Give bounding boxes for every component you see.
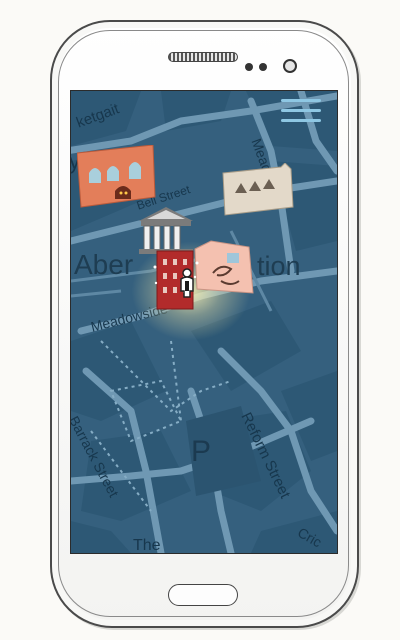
- map-label-parking: P: [191, 435, 212, 468]
- map-label-the: The: [133, 537, 161, 554]
- castle-wall-icon[interactable]: [221, 163, 297, 219]
- map-label-tion: tion: [257, 251, 301, 281]
- map-screen[interactable]: ketgait Meadow Bell Street y Aber tion M…: [70, 90, 338, 554]
- user-location-icon[interactable]: [175, 267, 199, 299]
- speaker-grille: [168, 52, 238, 62]
- sensor-dot: [245, 63, 253, 71]
- arched-building-icon[interactable]: [77, 145, 157, 211]
- front-camera-icon: [283, 59, 297, 73]
- sensor-dot: [259, 63, 267, 71]
- home-button[interactable]: [168, 584, 238, 606]
- map-label-aber: Aber: [74, 249, 134, 280]
- hamburger-menu-icon[interactable]: [281, 97, 325, 127]
